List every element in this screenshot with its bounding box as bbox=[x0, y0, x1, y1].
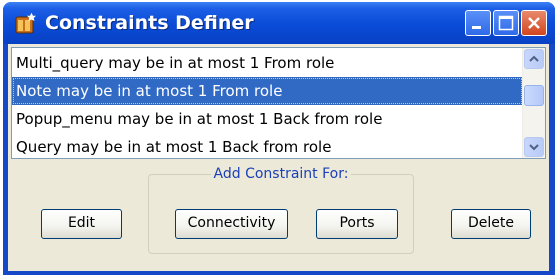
list-item[interactable]: Popup_menu may be in at most 1 Back from… bbox=[12, 105, 523, 133]
app-logo-icon bbox=[15, 12, 36, 34]
delete-button[interactable]: Delete bbox=[451, 209, 531, 239]
list-item[interactable]: Query may be in at most 1 Back from role bbox=[12, 133, 523, 158]
close-icon bbox=[528, 17, 540, 29]
scroll-thumb[interactable] bbox=[524, 85, 544, 106]
vertical-scrollbar[interactable] bbox=[522, 48, 545, 158]
list-item[interactable]: Multi_query may be in at most 1 From rol… bbox=[12, 49, 523, 77]
ports-button[interactable]: Ports bbox=[316, 209, 398, 239]
dialog-body: Multi_query may be in at most 1 From rol… bbox=[8, 44, 549, 271]
constraints-list[interactable]: Multi_query may be in at most 1 From rol… bbox=[11, 47, 546, 159]
minimize-icon bbox=[472, 26, 481, 29]
window-title: Constraints Definer bbox=[45, 12, 254, 34]
maximize-button[interactable] bbox=[493, 10, 519, 36]
scroll-down-button[interactable] bbox=[524, 137, 544, 157]
maximize-icon bbox=[498, 15, 514, 31]
scroll-up-button[interactable] bbox=[524, 49, 544, 69]
minimize-button[interactable] bbox=[465, 10, 491, 36]
list-item-selected[interactable]: Note may be in at most 1 From role bbox=[12, 77, 523, 105]
connectivity-button[interactable]: Connectivity bbox=[175, 209, 288, 239]
group-label: Add Constraint For: bbox=[210, 166, 352, 182]
chevron-up-icon bbox=[529, 55, 539, 62]
close-button[interactable] bbox=[521, 10, 547, 36]
constraints-definer-window: Constraints Definer Multi_query may be i… bbox=[3, 2, 555, 275]
title-bar[interactable]: Constraints Definer bbox=[3, 2, 555, 44]
edit-button[interactable]: Edit bbox=[41, 209, 122, 239]
chevron-down-icon bbox=[529, 144, 539, 151]
